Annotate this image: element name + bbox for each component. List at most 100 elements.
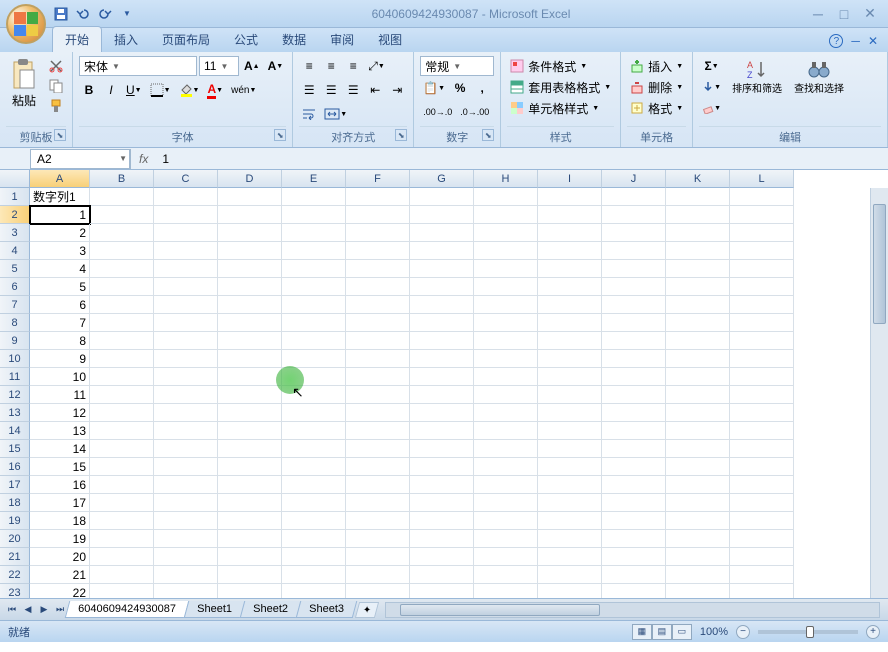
cell-B18[interactable] <box>90 494 154 512</box>
align-center-button[interactable]: ☰ <box>321 80 341 100</box>
cell-K19[interactable] <box>666 512 730 530</box>
cell-J3[interactable] <box>602 224 666 242</box>
cell-C13[interactable] <box>154 404 218 422</box>
cell-I21[interactable] <box>538 548 602 566</box>
cell-D11[interactable] <box>218 368 282 386</box>
cell-L5[interactable] <box>730 260 794 278</box>
format-table-button[interactable]: 套用表格格式▼ <box>507 77 614 97</box>
cell-E6[interactable] <box>282 278 346 296</box>
row-header-18[interactable]: 18 <box>0 494 30 512</box>
cell-B22[interactable] <box>90 566 154 584</box>
cell-L6[interactable] <box>730 278 794 296</box>
cell-B12[interactable] <box>90 386 154 404</box>
cell-E18[interactable] <box>282 494 346 512</box>
delete-cells-button[interactable]: 删除▼ <box>627 77 686 97</box>
column-header-D[interactable]: D <box>218 170 282 188</box>
row-header-10[interactable]: 10 <box>0 350 30 368</box>
cell-L2[interactable] <box>730 206 794 224</box>
cell-J5[interactable] <box>602 260 666 278</box>
cell-C6[interactable] <box>154 278 218 296</box>
horizontal-scroll-thumb[interactable] <box>400 604 600 616</box>
cell-I11[interactable] <box>538 368 602 386</box>
cell-K10[interactable] <box>666 350 730 368</box>
cell-G4[interactable] <box>410 242 474 260</box>
cell-E10[interactable] <box>282 350 346 368</box>
fx-button[interactable]: fx <box>139 152 148 166</box>
cell-E20[interactable] <box>282 530 346 548</box>
column-header-J[interactable]: J <box>602 170 666 188</box>
italic-button[interactable]: I <box>101 80 121 100</box>
cell-I3[interactable] <box>538 224 602 242</box>
row-header-20[interactable]: 20 <box>0 530 30 548</box>
cell-G10[interactable] <box>410 350 474 368</box>
row-header-13[interactable]: 13 <box>0 404 30 422</box>
row-header-11[interactable]: 11 <box>0 368 30 386</box>
cell-A20[interactable]: 19 <box>30 530 90 548</box>
clipboard-launcher[interactable]: ⬊ <box>54 129 66 141</box>
cell-B11[interactable] <box>90 368 154 386</box>
cell-C19[interactable] <box>154 512 218 530</box>
tab-home[interactable]: 开始 <box>52 26 102 52</box>
border-button[interactable]: ▼ <box>147 80 174 100</box>
cell-B21[interactable] <box>90 548 154 566</box>
cell-I2[interactable] <box>538 206 602 224</box>
cell-K23[interactable] <box>666 584 730 598</box>
cell-F8[interactable] <box>346 314 410 332</box>
row-header-17[interactable]: 17 <box>0 476 30 494</box>
office-button[interactable] <box>6 4 46 44</box>
cell-K17[interactable] <box>666 476 730 494</box>
cell-I8[interactable] <box>538 314 602 332</box>
undo-button[interactable] <box>74 5 92 23</box>
cell-H17[interactable] <box>474 476 538 494</box>
cell-G18[interactable] <box>410 494 474 512</box>
cell-F17[interactable] <box>346 476 410 494</box>
tab-formulas[interactable]: 公式 <box>222 27 270 52</box>
cell-E16[interactable] <box>282 458 346 476</box>
cell-F6[interactable] <box>346 278 410 296</box>
font-color-button[interactable]: A▼ <box>204 80 226 100</box>
cell-D23[interactable] <box>218 584 282 598</box>
cell-L10[interactable] <box>730 350 794 368</box>
column-header-C[interactable]: C <box>154 170 218 188</box>
cell-A7[interactable]: 6 <box>30 296 90 314</box>
name-box[interactable]: A2 ▼ <box>30 149 130 169</box>
cell-I10[interactable] <box>538 350 602 368</box>
bold-button[interactable]: B <box>79 80 99 100</box>
cell-H11[interactable] <box>474 368 538 386</box>
cell-D10[interactable] <box>218 350 282 368</box>
column-header-K[interactable]: K <box>666 170 730 188</box>
cell-J22[interactable] <box>602 566 666 584</box>
underline-button[interactable]: U▼ <box>123 80 145 100</box>
cell-D8[interactable] <box>218 314 282 332</box>
row-header-6[interactable]: 6 <box>0 278 30 296</box>
cell-I6[interactable] <box>538 278 602 296</box>
cell-A17[interactable]: 16 <box>30 476 90 494</box>
cell-D21[interactable] <box>218 548 282 566</box>
row-header-16[interactable]: 16 <box>0 458 30 476</box>
decrease-font-button[interactable]: A▼ <box>265 56 287 76</box>
cell-J10[interactable] <box>602 350 666 368</box>
cell-J7[interactable] <box>602 296 666 314</box>
sheet-tab-3[interactable]: Sheet3 <box>295 601 356 618</box>
cell-L3[interactable] <box>730 224 794 242</box>
cell-G8[interactable] <box>410 314 474 332</box>
cell-A3[interactable]: 2 <box>30 224 90 242</box>
column-header-B[interactable]: B <box>90 170 154 188</box>
cell-H1[interactable] <box>474 188 538 206</box>
sheet-tab-2[interactable]: Sheet2 <box>239 601 300 618</box>
cell-L20[interactable] <box>730 530 794 548</box>
row-header-21[interactable]: 21 <box>0 548 30 566</box>
tab-review[interactable]: 审阅 <box>318 27 366 52</box>
cell-E19[interactable] <box>282 512 346 530</box>
cell-F12[interactable] <box>346 386 410 404</box>
cell-C12[interactable] <box>154 386 218 404</box>
cell-A13[interactable]: 12 <box>30 404 90 422</box>
cell-G6[interactable] <box>410 278 474 296</box>
cell-F7[interactable] <box>346 296 410 314</box>
font-size-combo[interactable]: 11▼ <box>199 56 239 76</box>
cell-A11[interactable]: 10 <box>30 368 90 386</box>
cell-K22[interactable] <box>666 566 730 584</box>
cell-L19[interactable] <box>730 512 794 530</box>
cell-I5[interactable] <box>538 260 602 278</box>
cell-F20[interactable] <box>346 530 410 548</box>
